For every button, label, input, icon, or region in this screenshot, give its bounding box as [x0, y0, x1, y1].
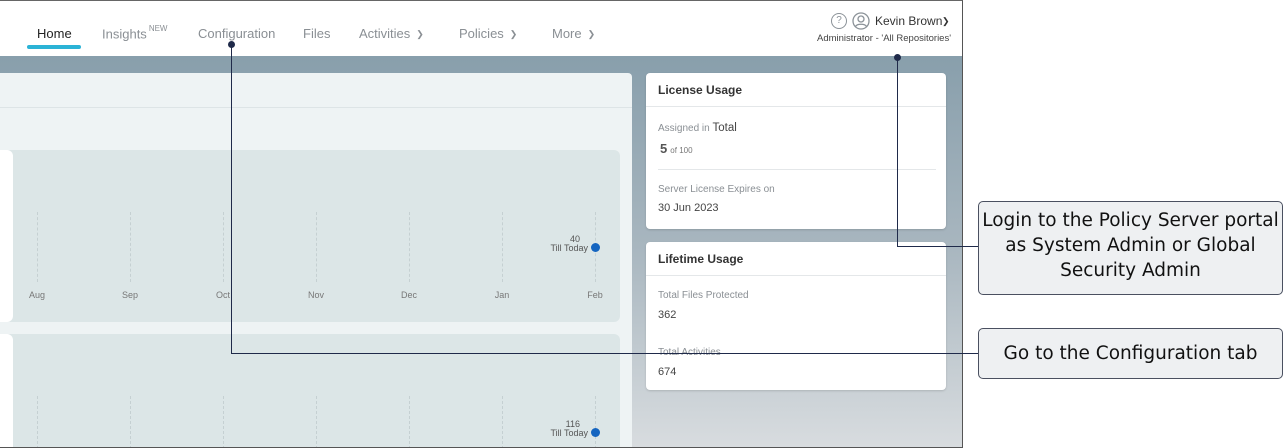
active-tab-indicator — [27, 45, 81, 49]
chart-gridline — [502, 212, 503, 282]
tab-activities[interactable]: Activities ❯ — [359, 26, 424, 41]
x-tick-label: Dec — [400, 290, 418, 300]
activities-chart: 116 Till Today — [0, 334, 620, 447]
chart-gridline — [595, 396, 596, 447]
chart-gridline — [223, 212, 224, 282]
chevron-down-icon: ❯ — [587, 29, 596, 39]
panel-divider — [0, 107, 632, 108]
total-activities-value: 674 — [658, 366, 677, 378]
chart-gridline — [316, 212, 317, 282]
dashboard-panel: Aug Sep Oct Nov Dec Jan Feb 40 Till Today 116 Til… — [0, 73, 632, 447]
callout-configuration: Go to the Configuration tab — [978, 328, 1283, 379]
files-protected-value: 362 — [658, 309, 677, 321]
card-divider — [646, 106, 946, 107]
chart-edge — [0, 150, 13, 322]
chart-edge — [0, 334, 13, 447]
tab-insights[interactable]: Insights NEW — [102, 24, 168, 41]
chevron-down-icon: ❯ — [416, 29, 424, 39]
tab-home[interactable]: Home — [37, 26, 72, 41]
leader-line — [231, 44, 232, 354]
tab-configuration[interactable]: Configuration — [198, 26, 275, 41]
point-caption: Till Today — [550, 243, 588, 253]
chart-gridline — [223, 396, 224, 447]
expires-value: 30 Jun 2023 — [658, 202, 719, 214]
card-title: Lifetime Usage — [658, 252, 744, 266]
x-tick-label: Sep — [121, 290, 139, 300]
chart-gridline — [37, 396, 38, 447]
tab-files[interactable]: Files — [303, 26, 330, 41]
files-chart: Aug Sep Oct Nov Dec Jan Feb 40 Till Today — [0, 150, 620, 322]
user-menu-chevron-icon[interactable]: ❯ — [942, 16, 950, 27]
top-navigation: Home Insights NEW Configuration Files Act… — [0, 1, 962, 56]
assigned-count-row: 5 of 100 — [660, 141, 693, 156]
card-divider — [658, 169, 936, 170]
leader-line — [897, 246, 978, 247]
tab-policies[interactable]: Policies ❯ — [459, 26, 517, 41]
x-tick-label: Jan — [494, 290, 510, 300]
lifetime-usage-card: Lifetime Usage Total Files Protected 362… — [646, 242, 946, 390]
user-avatar-icon[interactable] — [852, 12, 870, 30]
assigned-count: 5 — [660, 141, 668, 156]
chart-gridline — [502, 396, 503, 447]
files-protected-label: Total Files Protected — [658, 290, 749, 301]
chevron-down-icon: ❯ — [509, 29, 518, 39]
x-tick-label: Oct — [215, 290, 231, 300]
license-usage-card: License Usage Assigned in Total 5 of 100… — [646, 73, 946, 229]
chart-gridline — [316, 396, 317, 447]
x-tick-label: Feb — [587, 290, 603, 300]
card-title: License Usage — [658, 83, 743, 97]
assigned-total: of 100 — [670, 146, 693, 155]
chart-gridline — [130, 396, 131, 447]
user-role: Administrator - 'All Repositories' — [817, 33, 952, 44]
chart-gridline — [130, 212, 131, 282]
chart-point[interactable] — [591, 428, 600, 437]
assigned-scope: Total — [712, 122, 737, 134]
x-tick-label: Aug — [28, 290, 46, 300]
user-name[interactable]: Kevin Brown — [875, 14, 942, 28]
chart-gridline — [409, 212, 410, 282]
chart-gridline — [37, 212, 38, 282]
expires-label: Server License Expires on — [658, 184, 775, 195]
x-tick-label: Nov — [307, 290, 325, 300]
tab-more[interactable]: More ❯ — [552, 26, 595, 41]
new-badge: NEW — [148, 24, 168, 33]
policy-server-portal: Home Insights NEW Configuration Files Act… — [0, 0, 963, 448]
chart-gridline — [409, 396, 410, 447]
help-icon[interactable]: ? — [831, 13, 847, 29]
leader-line — [231, 353, 978, 354]
callout-login: Login to the Policy Server portal as Sys… — [978, 201, 1283, 295]
point-caption: Till Today — [550, 428, 588, 438]
chart-point[interactable] — [591, 243, 600, 252]
assigned-label: Assigned in Total — [658, 122, 737, 134]
leader-line — [897, 57, 898, 247]
card-divider — [646, 275, 946, 276]
